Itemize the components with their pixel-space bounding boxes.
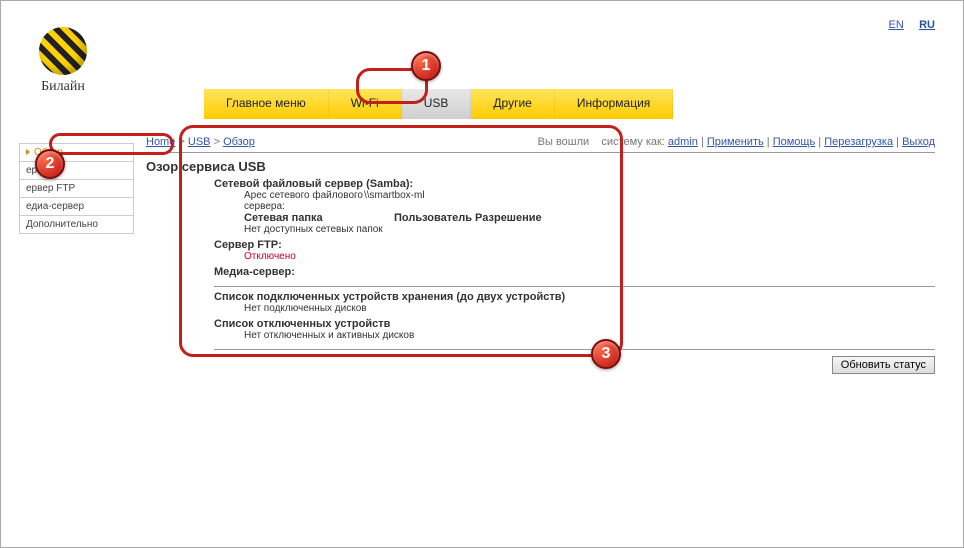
samba-title: Сетевой файловый сервер (Samba):	[214, 178, 935, 190]
crumb-overview[interactable]: Обзор	[223, 136, 255, 148]
lang-en[interactable]: EN	[889, 19, 904, 31]
sidebar-item-overview[interactable]: Обзор	[19, 143, 134, 162]
main-nav: Главное меню Wi-Fi USB Другие Информация	[204, 89, 673, 119]
no-discon: Нет отключенных и активных дисков	[214, 330, 935, 341]
nav-other[interactable]: Другие	[471, 89, 554, 119]
nav-main[interactable]: Главное меню	[204, 89, 329, 119]
nav-usb[interactable]: USB	[402, 89, 472, 119]
sidebar-item-media[interactable]: едиа-сервер	[19, 198, 134, 216]
link-reboot[interactable]: Перезагрузка	[824, 136, 893, 148]
col-net-folder: Сетевая папка	[214, 212, 364, 224]
link-logout[interactable]: Выход	[902, 136, 935, 148]
ftp-status: Отключено	[214, 251, 935, 262]
main-content: Home > USB > Обзор Вы вошли систему как:…	[146, 133, 935, 374]
brand-logo: Билайн	[39, 27, 87, 95]
samba-addr-value: \\smartbox-ml	[364, 190, 425, 212]
conn-title: Список подключенных устройств хранения (…	[214, 291, 935, 303]
link-help[interactable]: Помощь	[773, 136, 816, 148]
ftp-title: Сервер FTP:	[214, 239, 935, 251]
sidebar-item-server[interactable]: ервер	[19, 162, 134, 180]
crumb-usb[interactable]: USB	[188, 136, 211, 148]
no-folders: Нет доступных сетевых папок	[214, 224, 935, 235]
link-apply[interactable]: Применить	[707, 136, 764, 148]
crumb-home[interactable]: Home	[146, 136, 175, 148]
nav-info[interactable]: Информация	[555, 89, 673, 119]
samba-addr-label: Арес сетевого файлового сервера:	[214, 190, 364, 212]
link-admin[interactable]: admin	[668, 136, 698, 148]
chevron-right-icon	[26, 149, 30, 155]
logo-icon	[39, 27, 87, 75]
brand-name: Билайн	[39, 79, 87, 95]
refresh-button[interactable]: Обновить статус	[832, 356, 935, 374]
breadcrumb: Home > USB > Обзор Вы вошли систему как:…	[146, 133, 935, 153]
nav-wifi[interactable]: Wi-Fi	[329, 89, 402, 119]
media-title: Медиа-сервер:	[214, 266, 935, 278]
lang-ru[interactable]: RU	[919, 19, 935, 31]
sidebar-item-extra[interactable]: Дополнительно	[19, 216, 134, 234]
page-title: Озор сервиса USB	[146, 159, 935, 174]
discon-title: Список отключенных устройств	[214, 318, 935, 330]
col-user-perm: Пользователь Разрешение	[394, 212, 542, 224]
no-conn: Нет подключенных дисков	[214, 303, 935, 314]
language-switch: EN RU	[889, 19, 935, 31]
sidebar-item-ftp[interactable]: ервер FTP	[19, 180, 134, 198]
divider	[214, 286, 935, 287]
sidebar-item-label: Обзор	[34, 147, 63, 158]
sidebar: Обзор ервер ервер FTP едиа-сервер Дополн…	[19, 143, 134, 374]
divider	[214, 349, 935, 350]
login-line: Вы вошли систему как: admin | Применить …	[538, 136, 935, 148]
